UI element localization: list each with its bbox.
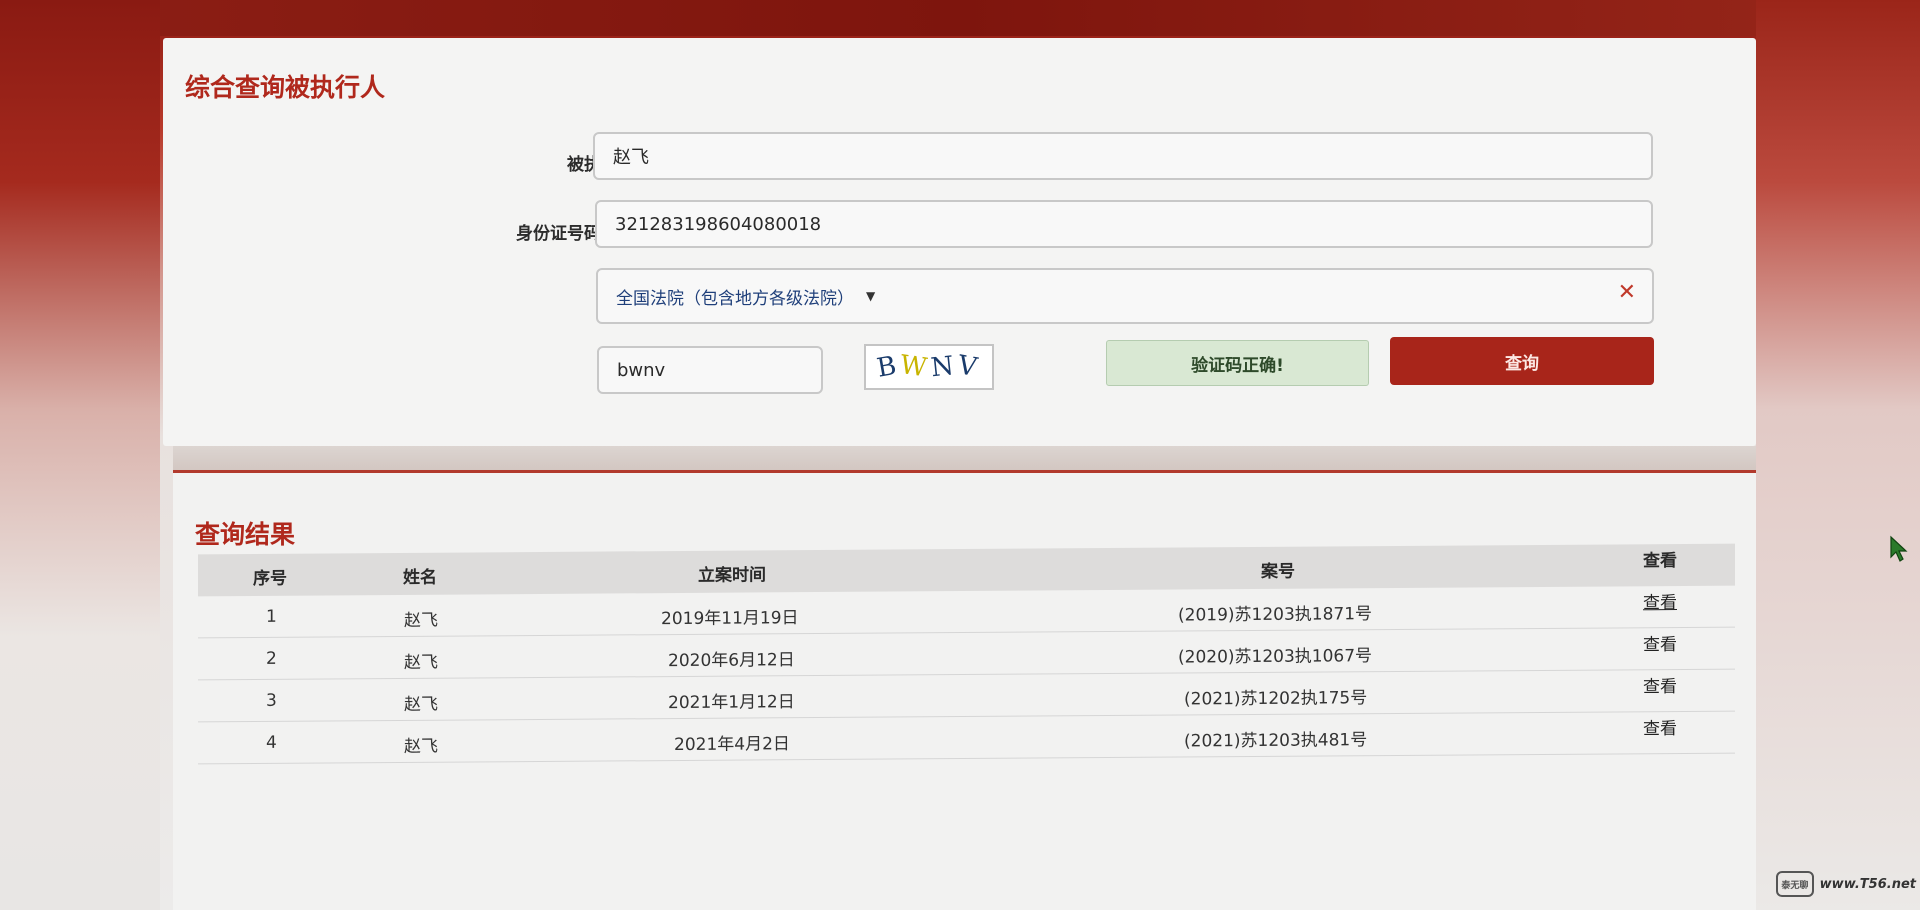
view-link[interactable]: 查看 [1643,588,1677,613]
view-link[interactable]: 查看 [1643,630,1677,655]
captcha-char: W [898,350,934,384]
row-name: 赵飞 [404,652,438,673]
row-date: 2019年11月19日 [661,608,799,630]
column-header-name: 姓名 [403,567,437,588]
search-panel-title: 综合查询被执行人 [185,73,386,102]
section-divider [173,446,1756,473]
query-button[interactable]: 查询 [1390,337,1654,385]
row-date: 2021年4月2日 [674,734,790,756]
captcha-status-badge: 验证码正确! [1106,340,1369,386]
row-date: 2020年6月12日 [668,650,795,672]
captcha-char: V [955,350,984,384]
captcha-input[interactable]: bwnv [597,346,823,394]
row-case: (2021)苏1203执481号 [1184,730,1368,752]
results-title: 查询结果 [195,520,296,549]
results-panel: 查询结果 序号 姓名 立案时间 案号 查看 1 赵飞 2019年11月19日 (… [173,473,1756,910]
row-case: (2021)苏1202执175号 [1184,688,1368,710]
row-no: 2 [266,648,277,669]
view-link[interactable]: 查看 [1643,672,1677,697]
row-case: (2019)苏1203执1871号 [1178,604,1373,626]
captcha-input-value: bwnv [617,359,666,381]
view-link[interactable]: 查看 [1643,714,1677,739]
caret-down-icon: ▼ [866,289,876,303]
results-table: 序号 姓名 立案时间 案号 查看 1 赵飞 2019年11月19日 (2019)… [198,543,1735,765]
watermark-site: www.T56.net [1819,876,1916,892]
background-left [0,0,160,910]
row-name: 赵飞 [404,694,438,715]
mouse-cursor-icon [1890,535,1908,562]
row-name: 赵飞 [404,736,438,757]
column-header-no: 序号 [253,568,287,589]
court-select-value: 全国法院（包含地方各级法院） [616,288,854,309]
name-input-value: 赵飞 [613,147,649,168]
column-header-view: 查看 [1643,551,1677,572]
site-watermark: 泰无聊 www.T56.net [1776,866,1916,902]
row-no: 4 [266,732,277,753]
court-select[interactable]: 全国法院（包含地方各级法院） ▼ ✕ [596,268,1654,324]
clear-icon[interactable]: ✕ [1618,280,1636,305]
browser-top-strip [0,0,1920,36]
name-input[interactable]: 赵飞 [593,132,1653,180]
background-right [1756,0,1920,910]
row-no: 1 [266,606,277,627]
row-name: 赵飞 [404,610,438,631]
row-date: 2021年1月12日 [668,692,795,714]
captcha-image[interactable]: B W N V [864,344,994,390]
search-panel: 综合查询被执行人 被执行人姓名/名称: 赵飞 身份证号码/组织机构代码: 321… [163,38,1756,446]
watermark-badge: 泰无聊 [1776,871,1814,897]
column-header-date: 立案时间 [698,565,766,586]
column-header-case: 案号 [1261,561,1295,582]
id-input-value: 321283198604080018 [615,213,822,235]
id-input[interactable]: 321283198604080018 [595,200,1653,248]
row-case: (2020)苏1203执1067号 [1178,646,1373,668]
row-no: 3 [266,690,277,711]
